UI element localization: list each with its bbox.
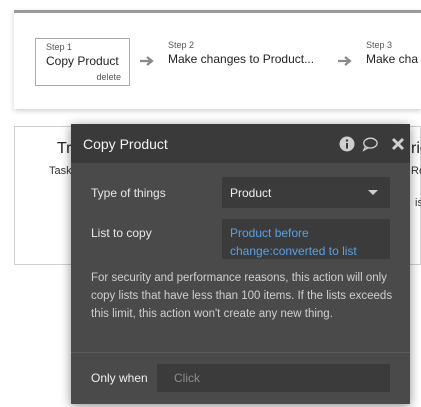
arrow-right-icon (140, 56, 154, 66)
limit-note: For security and performance reasons, th… (91, 272, 393, 320)
card-right-title: rig (411, 140, 421, 157)
delete-step-link[interactable]: delete (96, 72, 121, 82)
type-of-things-dropdown[interactable]: Product (222, 177, 390, 208)
chevron-down-icon (368, 190, 378, 195)
arrow-right-icon (338, 56, 352, 66)
comment-icon[interactable] (362, 136, 378, 152)
card-right-text: is (415, 197, 421, 209)
expression-line-1: Product before (230, 226, 309, 240)
copy-product-dialog: Copy Product Type of things Product List… (71, 124, 410, 404)
step-number: Step 1 (46, 42, 73, 52)
dialog-title: Copy Product (83, 136, 168, 152)
info-icon[interactable] (339, 136, 355, 152)
step-title: Copy Product (46, 54, 119, 68)
card-right-subtitle: Re (411, 165, 421, 177)
dropdown-value: Product (230, 186, 272, 200)
workflow-steps-bar: Step 1 Copy Product delete Step 2 Make c… (14, 10, 421, 109)
divider (71, 352, 410, 353)
step-title: Make changes to Product... (168, 52, 315, 66)
step-1-card[interactable]: Step 1 Copy Product delete (35, 38, 130, 86)
only-when-label: Only when (91, 371, 148, 385)
close-icon[interactable] (390, 136, 406, 152)
step-2-card[interactable]: Step 2 Make changes to Product... (168, 39, 314, 83)
step-title: Make cha (366, 52, 419, 66)
dialog-header[interactable]: Copy Product (71, 124, 410, 163)
expression-line-2: change:converted to list (230, 244, 357, 258)
step-number: Step 2 (168, 40, 195, 50)
only-when-input[interactable]: Click (157, 364, 390, 392)
card-left-title: Tr (57, 140, 72, 157)
type-of-things-label: Type of things (91, 186, 166, 200)
step-number: Step 3 (366, 40, 393, 50)
list-to-copy-label: List to copy (91, 226, 152, 240)
list-to-copy-expression[interactable]: Product before change:converted to list (222, 219, 390, 259)
card-left-subtitle: Task (49, 165, 72, 177)
step-3-card[interactable]: Step 3 Make cha (366, 39, 418, 83)
